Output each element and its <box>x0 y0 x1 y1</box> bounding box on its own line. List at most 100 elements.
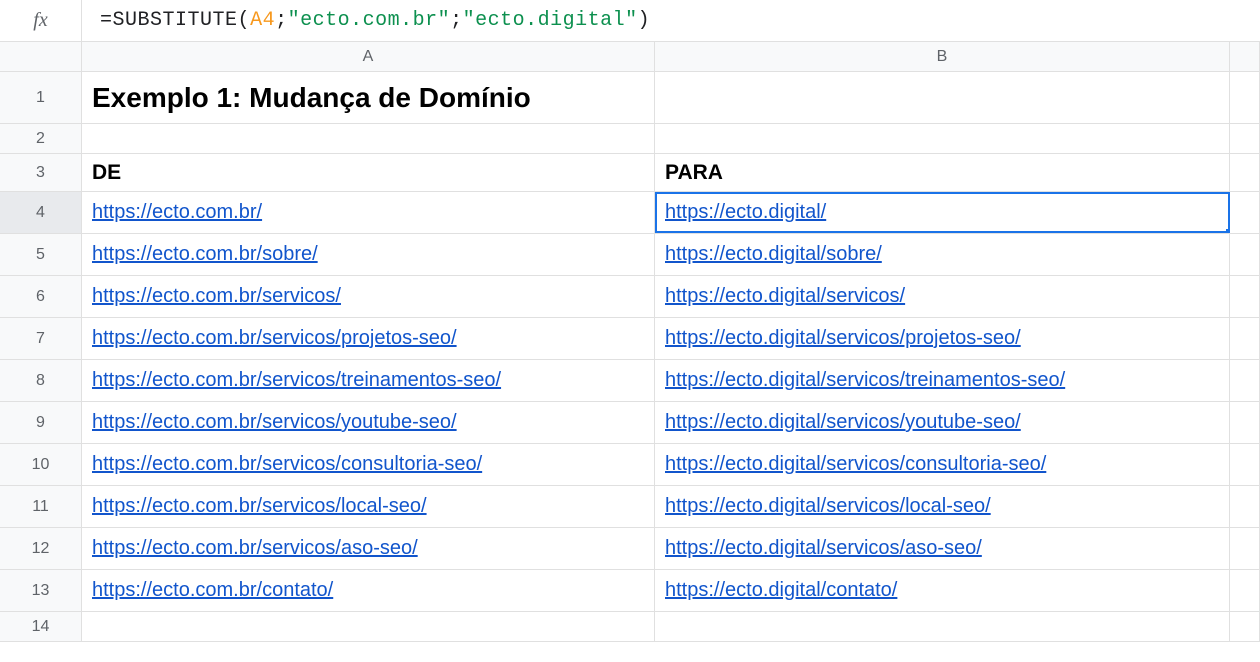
link[interactable]: https://ecto.digital/sobre/ <box>665 243 882 266</box>
column-header-c[interactable] <box>1230 42 1260 71</box>
cell-c5[interactable] <box>1230 234 1260 275</box>
cell-b2[interactable] <box>655 124 1230 153</box>
cell-a3[interactable]: DE <box>82 154 655 191</box>
table-row: 1 Exemplo 1: Mudança de Domínio <box>0 72 1260 124</box>
cell-c13[interactable] <box>1230 570 1260 611</box>
cell-b6[interactable]: https://ecto.digital/servicos/ <box>655 276 1230 317</box>
cell-b3[interactable]: PARA <box>655 154 1230 191</box>
row-header-5[interactable]: 5 <box>0 234 82 275</box>
link[interactable]: https://ecto.com.br/servicos/youtube-seo… <box>92 411 457 434</box>
row-header-4[interactable]: 4 <box>0 192 82 233</box>
table-row: 13 https://ecto.com.br/contato/https://ec… <box>0 570 1260 612</box>
formula-input[interactable]: =SUBSTITUTE(A4;"ecto.com.br";"ecto.digit… <box>82 9 1260 32</box>
link[interactable]: https://ecto.com.br/sobre/ <box>92 243 318 266</box>
sheet-rows: 1 Exemplo 1: Mudança de Domínio 2 3 DE P… <box>0 72 1260 642</box>
fx-icon: fx <box>0 0 82 41</box>
cell-c8[interactable] <box>1230 360 1260 401</box>
link[interactable]: https://ecto.com.br/servicos/aso-seo/ <box>92 537 418 560</box>
table-row: 5 https://ecto.com.br/sobre/https://ecto.… <box>0 234 1260 276</box>
link[interactable]: https://ecto.com.br/ <box>92 201 262 224</box>
row-header-8[interactable]: 8 <box>0 360 82 401</box>
cell-b9[interactable]: https://ecto.digital/servicos/youtube-se… <box>655 402 1230 443</box>
row-header-13[interactable]: 13 <box>0 570 82 611</box>
cell-a12[interactable]: https://ecto.com.br/servicos/aso-seo/ <box>82 528 655 569</box>
row-header-1[interactable]: 1 <box>0 72 82 123</box>
link[interactable]: https://ecto.com.br/contato/ <box>92 579 333 602</box>
table-row: 6 https://ecto.com.br/servicos/https://ec… <box>0 276 1260 318</box>
spreadsheet-grid: A B 1 Exemplo 1: Mudança de Domínio 2 3 … <box>0 42 1260 642</box>
table-row: 9 https://ecto.com.br/servicos/youtube-se… <box>0 402 1260 444</box>
row-header-6[interactable]: 6 <box>0 276 82 317</box>
cell-a4[interactable]: https://ecto.com.br/ <box>82 192 655 233</box>
cell-a9[interactable]: https://ecto.com.br/servicos/youtube-seo… <box>82 402 655 443</box>
cell-c9[interactable] <box>1230 402 1260 443</box>
link[interactable]: https://ecto.digital/servicos/aso-seo/ <box>665 537 982 560</box>
row-header-12[interactable]: 12 <box>0 528 82 569</box>
link[interactable]: https://ecto.digital/servicos/local-seo/ <box>665 495 991 518</box>
row-header-9[interactable]: 9 <box>0 402 82 443</box>
link[interactable]: https://ecto.digital/servicos/consultori… <box>665 453 1046 476</box>
cell-b10[interactable]: https://ecto.digital/servicos/consultori… <box>655 444 1230 485</box>
table-row: 3 DE PARA <box>0 154 1260 192</box>
table-row: 12 https://ecto.com.br/servicos/aso-seo/h… <box>0 528 1260 570</box>
table-row: 4 https://ecto.com.br/https://ecto.digita… <box>0 192 1260 234</box>
table-row: 7 https://ecto.com.br/servicos/projetos-s… <box>0 318 1260 360</box>
link[interactable]: https://ecto.com.br/servicos/local-seo/ <box>92 495 427 518</box>
cell-c6[interactable] <box>1230 276 1260 317</box>
link[interactable]: https://ecto.digital/servicos/treinament… <box>665 369 1065 392</box>
row-header-14[interactable]: 14 <box>0 612 82 641</box>
cell-a11[interactable]: https://ecto.com.br/servicos/local-seo/ <box>82 486 655 527</box>
row-header-3[interactable]: 3 <box>0 154 82 191</box>
cell-b8[interactable]: https://ecto.digital/servicos/treinament… <box>655 360 1230 401</box>
cell-a14[interactable] <box>82 612 655 641</box>
cell-b13[interactable]: https://ecto.digital/contato/ <box>655 570 1230 611</box>
cell-a6[interactable]: https://ecto.com.br/servicos/ <box>82 276 655 317</box>
table-row: 10 https://ecto.com.br/servicos/consultor… <box>0 444 1260 486</box>
cell-a1[interactable]: Exemplo 1: Mudança de Domínio <box>82 72 655 123</box>
cell-c3[interactable] <box>1230 154 1260 191</box>
cell-a8[interactable]: https://ecto.com.br/servicos/treinamento… <box>82 360 655 401</box>
table-row: 2 <box>0 124 1260 154</box>
link[interactable]: https://ecto.digital/servicos/ <box>665 285 905 308</box>
cell-c12[interactable] <box>1230 528 1260 569</box>
cell-a5[interactable]: https://ecto.com.br/sobre/ <box>82 234 655 275</box>
cell-b11[interactable]: https://ecto.digital/servicos/local-seo/ <box>655 486 1230 527</box>
row-header-7[interactable]: 7 <box>0 318 82 359</box>
cell-a7[interactable]: https://ecto.com.br/servicos/projetos-se… <box>82 318 655 359</box>
link[interactable]: https://ecto.digital/servicos/projetos-s… <box>665 327 1021 350</box>
cell-b1[interactable] <box>655 72 1230 123</box>
cell-a2[interactable] <box>82 124 655 153</box>
link[interactable]: https://ecto.digital/ <box>665 201 826 224</box>
table-row: 14 <box>0 612 1260 642</box>
column-header-b[interactable]: B <box>655 42 1230 71</box>
cell-c11[interactable] <box>1230 486 1260 527</box>
link[interactable]: https://ecto.com.br/servicos/consultoria… <box>92 453 482 476</box>
cell-b12[interactable]: https://ecto.digital/servicos/aso-seo/ <box>655 528 1230 569</box>
cell-c7[interactable] <box>1230 318 1260 359</box>
link[interactable]: https://ecto.digital/contato/ <box>665 579 897 602</box>
row-header-2[interactable]: 2 <box>0 124 82 153</box>
row-header-11[interactable]: 11 <box>0 486 82 527</box>
cell-b7[interactable]: https://ecto.digital/servicos/projetos-s… <box>655 318 1230 359</box>
cell-c14[interactable] <box>1230 612 1260 641</box>
formula-text: =SUBSTITUTE(A4;"ecto.com.br";"ecto.digit… <box>100 9 650 32</box>
cell-c4[interactable] <box>1230 192 1260 233</box>
table-row: 8 https://ecto.com.br/servicos/treinament… <box>0 360 1260 402</box>
cell-b4[interactable]: https://ecto.digital/ <box>655 192 1230 233</box>
cell-c2[interactable] <box>1230 124 1260 153</box>
select-all-corner[interactable] <box>0 42 82 71</box>
table-row: 11 https://ecto.com.br/servicos/local-seo… <box>0 486 1260 528</box>
row-header-10[interactable]: 10 <box>0 444 82 485</box>
cell-c10[interactable] <box>1230 444 1260 485</box>
formula-bar: fx =SUBSTITUTE(A4;"ecto.com.br";"ecto.di… <box>0 0 1260 42</box>
cell-b5[interactable]: https://ecto.digital/sobre/ <box>655 234 1230 275</box>
link[interactable]: https://ecto.com.br/servicos/projetos-se… <box>92 327 457 350</box>
cell-c1[interactable] <box>1230 72 1260 123</box>
cell-a10[interactable]: https://ecto.com.br/servicos/consultoria… <box>82 444 655 485</box>
link[interactable]: https://ecto.digital/servicos/youtube-se… <box>665 411 1021 434</box>
cell-b14[interactable] <box>655 612 1230 641</box>
cell-a13[interactable]: https://ecto.com.br/contato/ <box>82 570 655 611</box>
link[interactable]: https://ecto.com.br/servicos/ <box>92 285 341 308</box>
column-header-a[interactable]: A <box>82 42 655 71</box>
link[interactable]: https://ecto.com.br/servicos/treinamento… <box>92 369 501 392</box>
